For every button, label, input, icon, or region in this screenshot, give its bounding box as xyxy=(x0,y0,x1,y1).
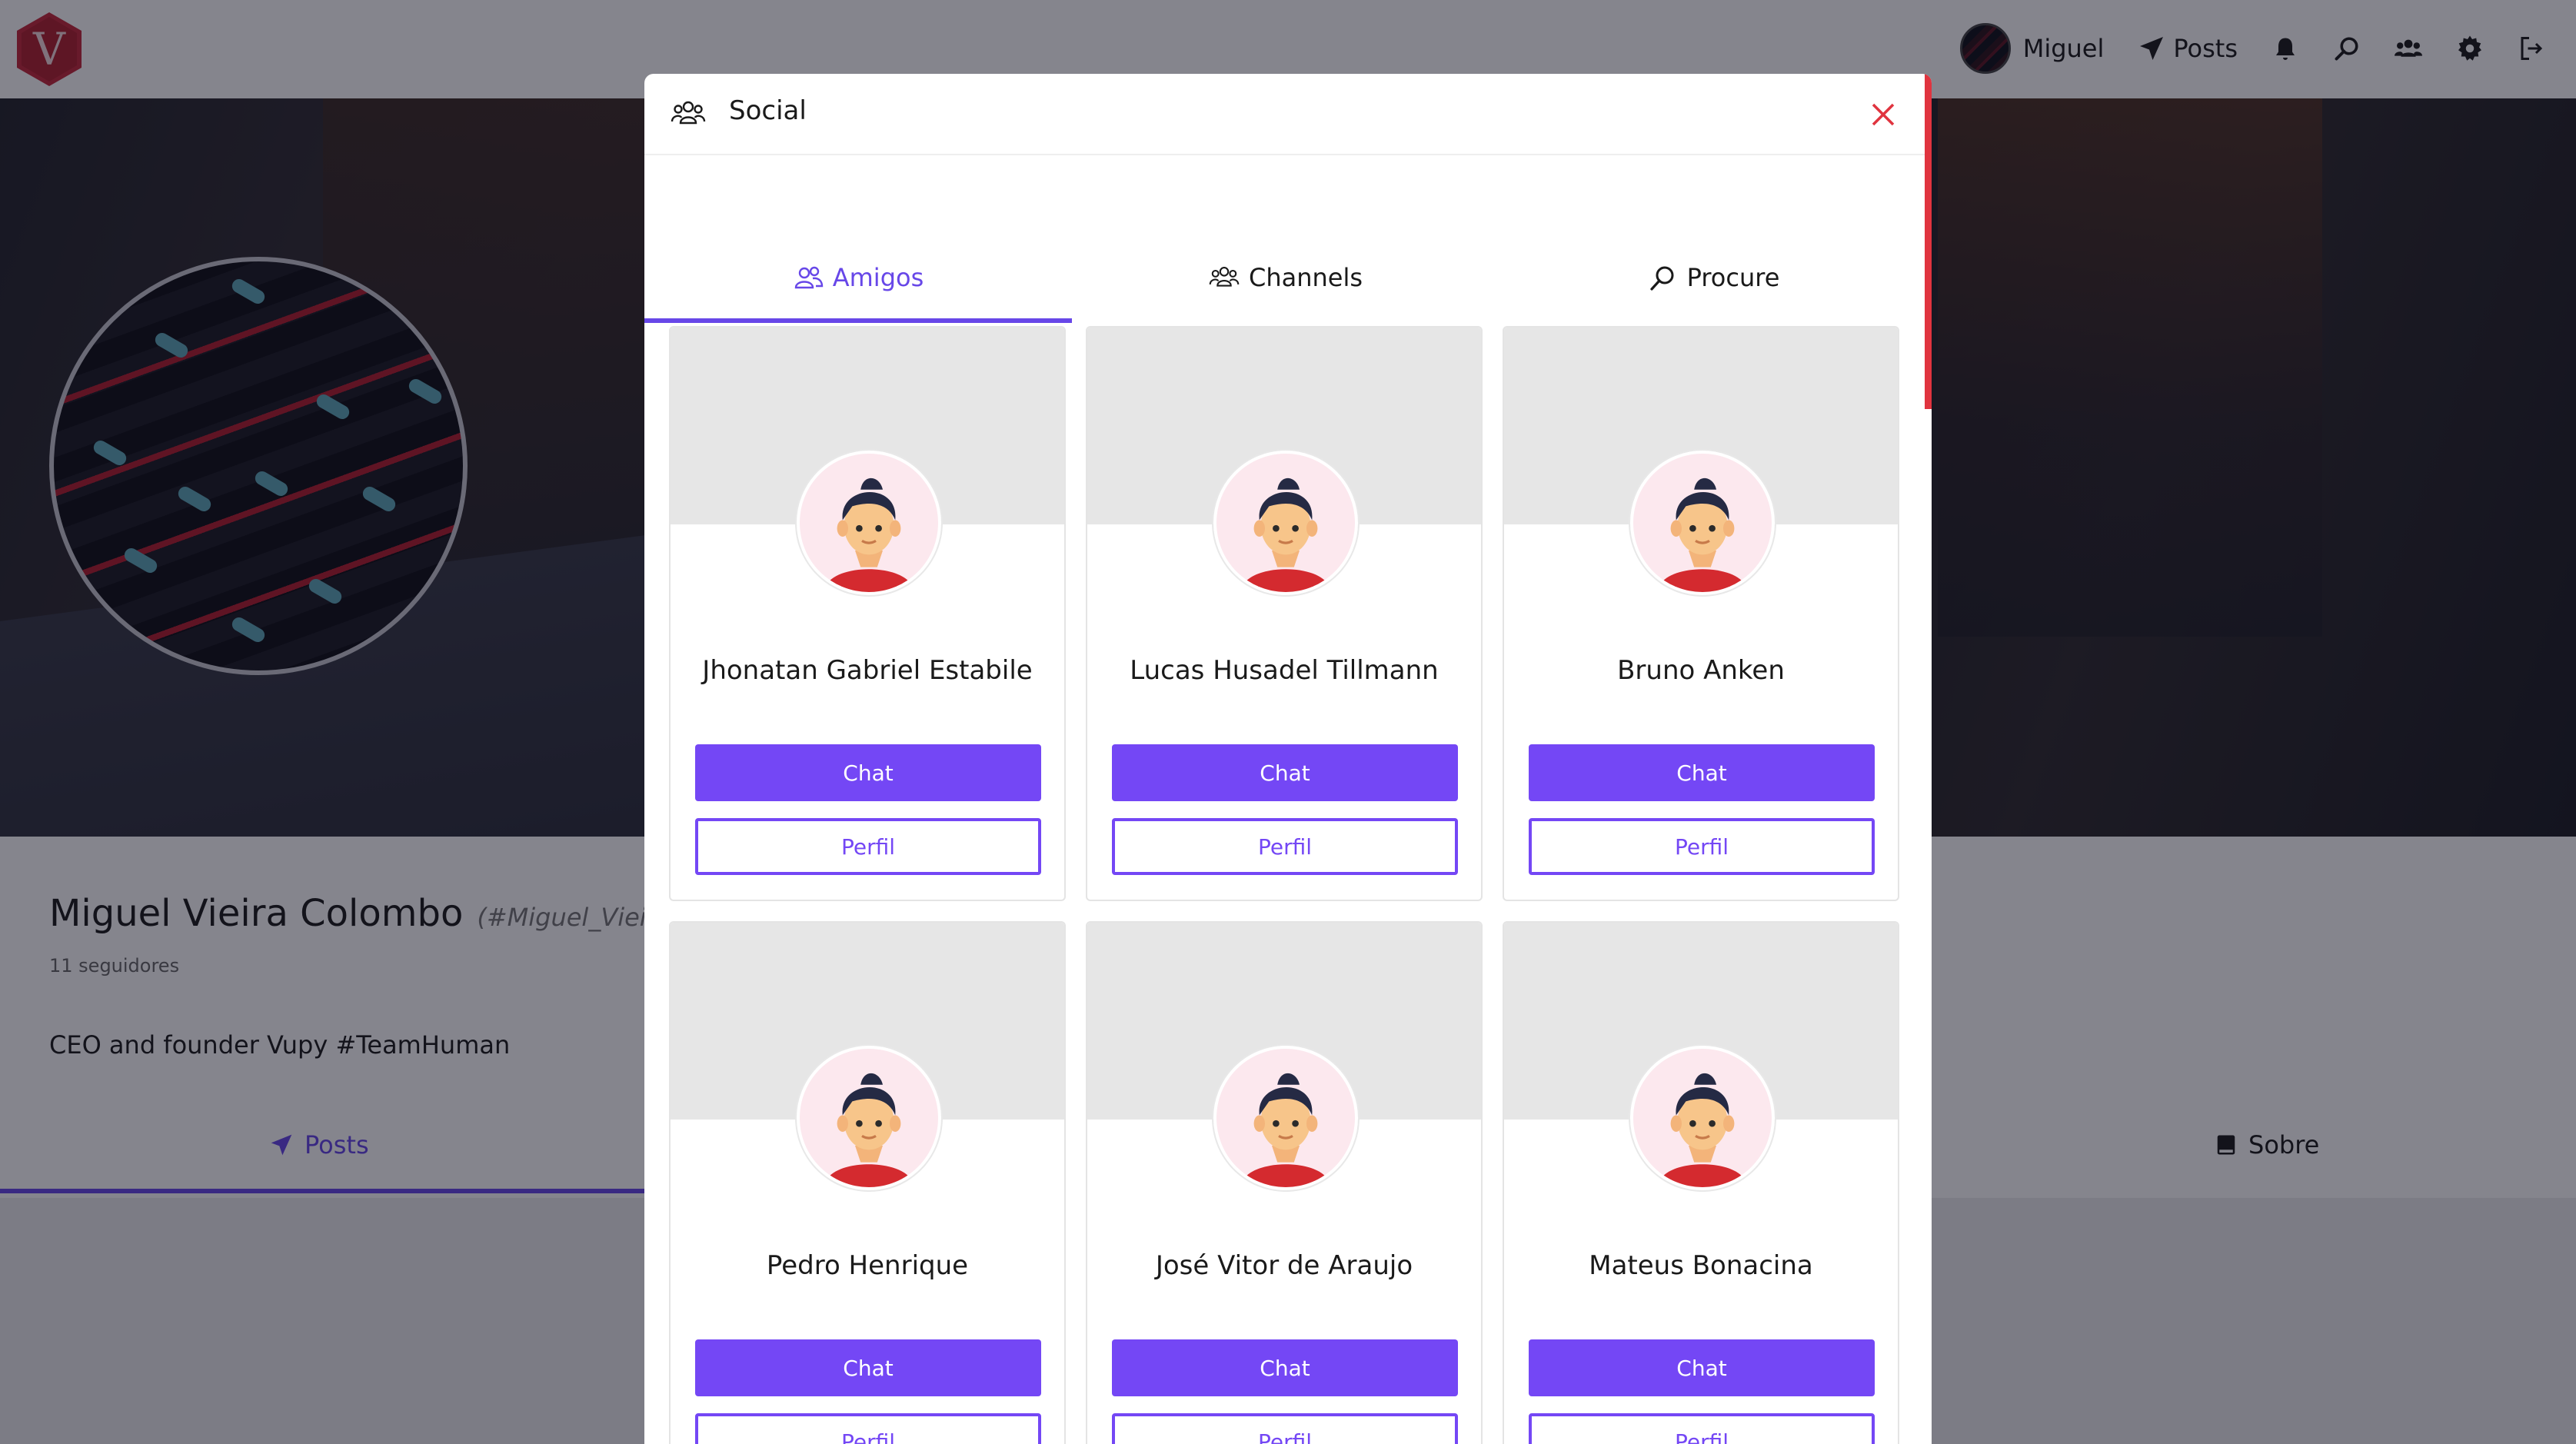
friend-card: José Vitor de Araujo Chat Perfil xyxy=(1086,921,1483,1444)
friend-avatar[interactable] xyxy=(797,451,941,595)
chat-button[interactable]: Chat xyxy=(695,1339,1041,1396)
chat-button[interactable]: Chat xyxy=(1529,744,1875,801)
tab-amigos-label: Amigos xyxy=(832,263,924,292)
friend-name: Jhonatan Gabriel Estabile xyxy=(702,655,1033,686)
friend-avatar[interactable] xyxy=(1630,451,1775,595)
group-icon xyxy=(671,97,706,132)
group-icon xyxy=(1209,267,1240,287)
friend-name: Pedro Henrique xyxy=(766,1250,969,1281)
friend-name: Mateus Bonacina xyxy=(1589,1250,1813,1281)
profile-button[interactable]: Perfil xyxy=(695,818,1041,875)
friend-avatar[interactable] xyxy=(1213,451,1358,595)
search-icon xyxy=(1650,266,1674,291)
tab-active-indicator xyxy=(644,318,1072,323)
app-page: V Miguel Posts xyxy=(0,0,2576,1444)
social-modal: Social Amigos Channels Procure Jhonatan … xyxy=(644,74,1932,1444)
friend-card: Pedro Henrique Chat Perfil xyxy=(669,921,1066,1444)
chat-button[interactable]: Chat xyxy=(695,744,1041,801)
friend-avatar[interactable] xyxy=(1213,1046,1358,1190)
chat-button[interactable]: Chat xyxy=(1112,744,1458,801)
tab-procure-label: Procure xyxy=(1686,263,1780,292)
modal-tabs: Amigos Channels Procure xyxy=(644,148,1932,329)
profile-button[interactable]: Perfil xyxy=(1112,818,1458,875)
profile-button[interactable]: Perfil xyxy=(1529,1413,1875,1444)
profile-button[interactable]: Perfil xyxy=(1529,818,1875,875)
chat-button[interactable]: Chat xyxy=(1112,1339,1458,1396)
friend-name: Bruno Anken xyxy=(1617,655,1785,686)
friends-icon xyxy=(794,266,823,289)
friend-name: José Vitor de Araujo xyxy=(1155,1250,1413,1281)
profile-button[interactable]: Perfil xyxy=(695,1413,1041,1444)
tab-channels-label: Channels xyxy=(1248,263,1363,292)
tab-amigos[interactable]: Amigos xyxy=(644,148,1072,323)
friend-avatar[interactable] xyxy=(797,1046,941,1190)
profile-button[interactable]: Perfil xyxy=(1112,1413,1458,1444)
modal-header: Social xyxy=(644,74,1932,155)
friend-card: Jhonatan Gabriel Estabile Chat Perfil xyxy=(669,326,1066,901)
friend-avatar[interactable] xyxy=(1630,1046,1775,1190)
tab-procure[interactable]: Procure xyxy=(1499,148,1927,323)
modal-title: Social xyxy=(729,95,807,126)
friend-card: Mateus Bonacina Chat Perfil xyxy=(1503,921,1899,1444)
friend-name: Lucas Husadel Tillmann xyxy=(1130,655,1439,686)
chat-button[interactable]: Chat xyxy=(1529,1339,1875,1396)
friend-card: Lucas Husadel Tillmann Chat Perfil xyxy=(1086,326,1483,901)
close-icon[interactable] xyxy=(1865,97,1901,132)
friend-card: Bruno Anken Chat Perfil xyxy=(1503,326,1899,901)
tab-channels[interactable]: Channels xyxy=(1072,148,1499,323)
